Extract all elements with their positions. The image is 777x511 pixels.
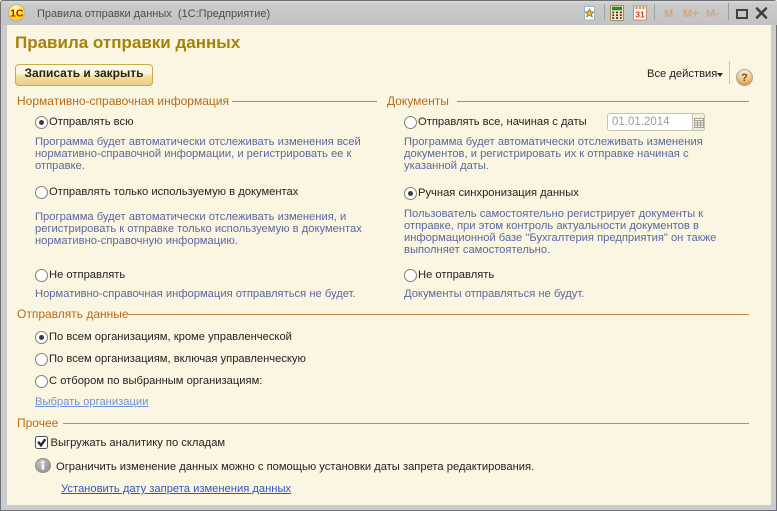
svg-text:1C: 1C bbox=[10, 8, 24, 20]
svg-text:31: 31 bbox=[635, 10, 645, 20]
